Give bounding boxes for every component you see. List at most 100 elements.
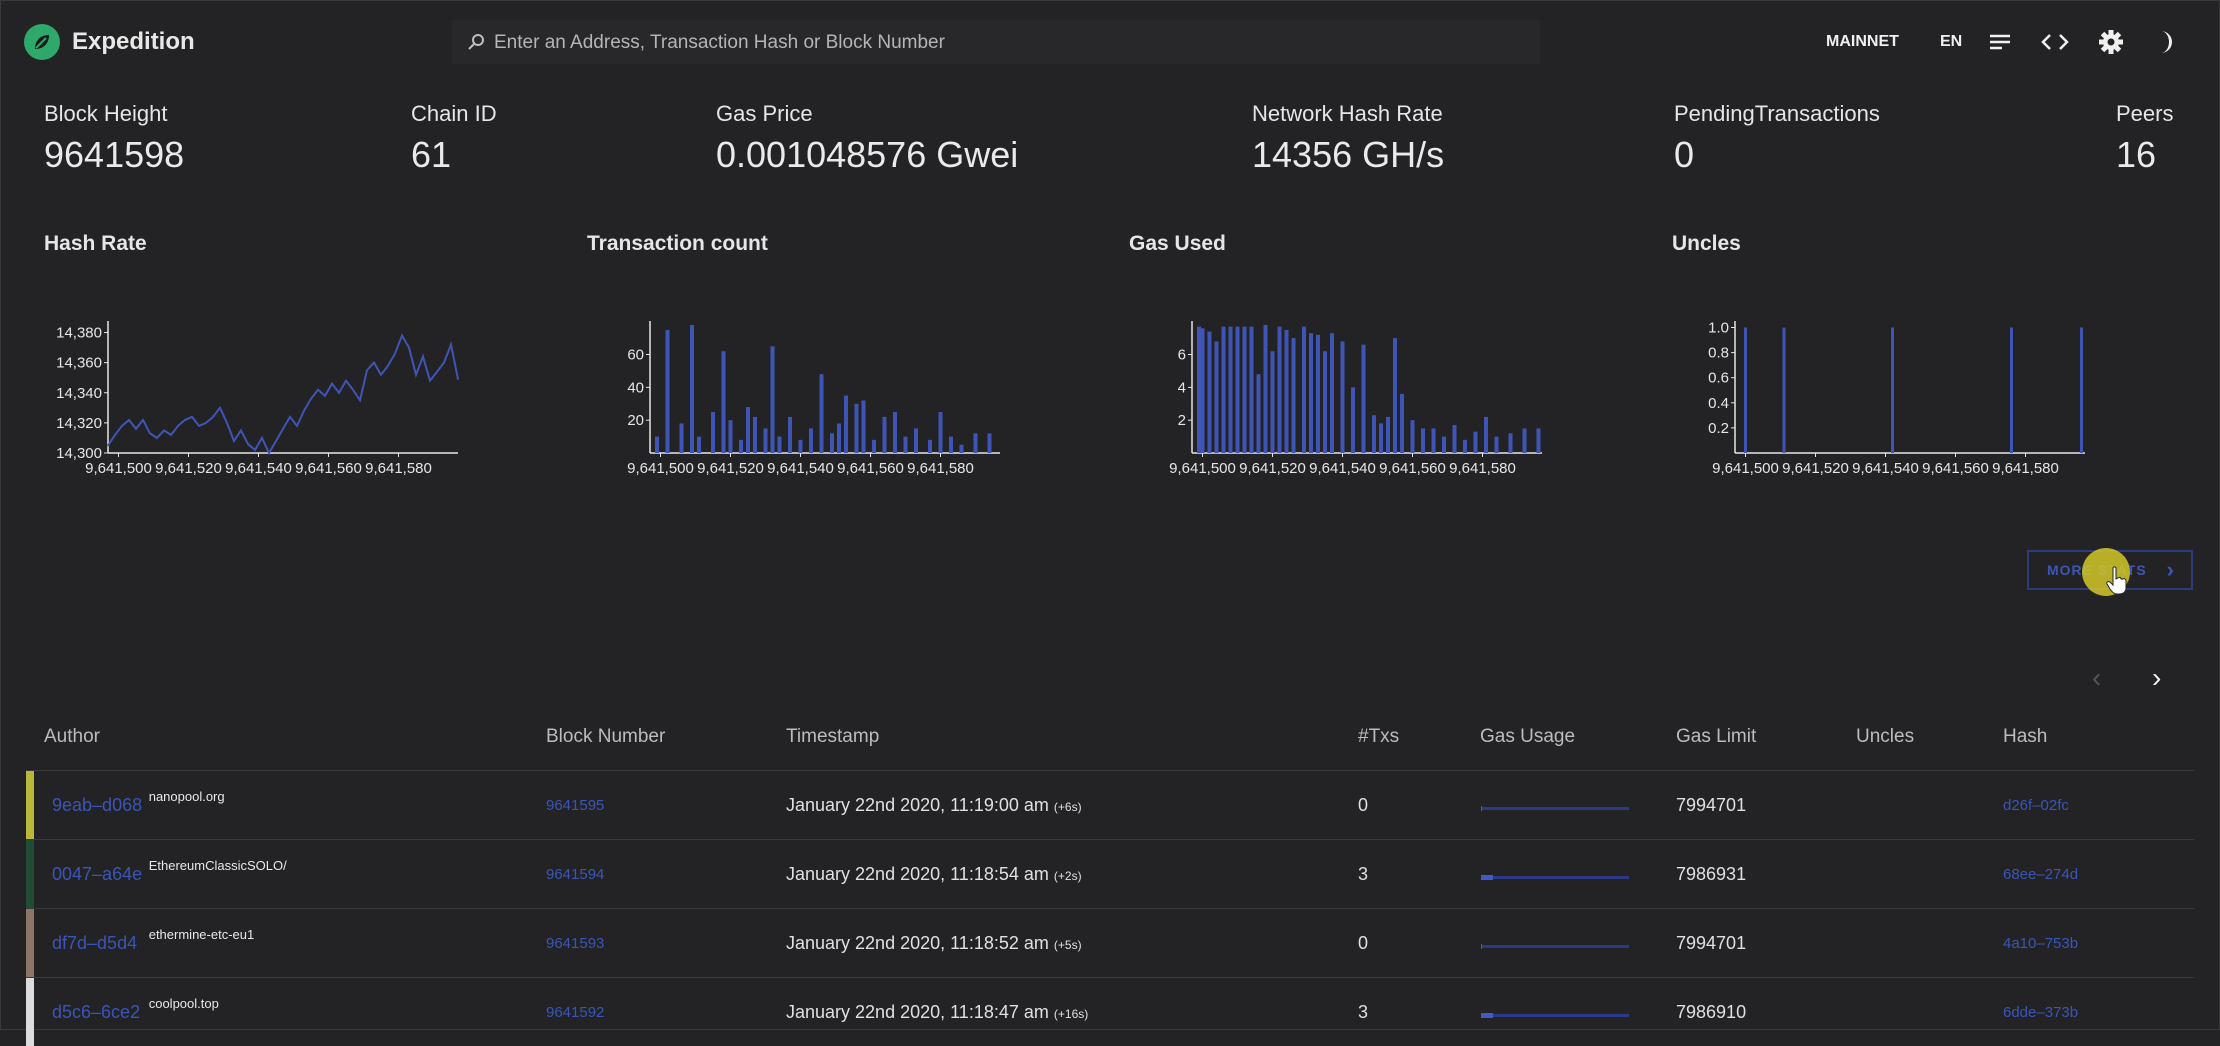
y-tick-label: 0.2 bbox=[1708, 420, 1729, 437]
table-row[interactable]: 9eab–d068 nanopool.org 9641595 January 2… bbox=[26, 770, 2194, 839]
line-point bbox=[317, 388, 319, 391]
bar bbox=[1330, 333, 1334, 453]
bar bbox=[1316, 334, 1320, 453]
bar bbox=[1235, 326, 1240, 453]
bar bbox=[728, 420, 733, 453]
author-link[interactable]: df7d–d5d4 bbox=[52, 933, 137, 954]
author-link[interactable]: 9eab–d068 bbox=[52, 795, 142, 816]
x-tick-label: 9,641,580 bbox=[1992, 460, 2059, 477]
table-row[interactable]: df7d–d5d4 ethermine-etc-eu1 9641593 Janu… bbox=[26, 908, 2194, 977]
line-point bbox=[198, 425, 200, 427]
bar bbox=[777, 436, 782, 453]
bar bbox=[872, 439, 876, 453]
stat-network-hash-rate: Network Hash Rate 14356 GH/s bbox=[1252, 100, 1444, 180]
line-point bbox=[275, 440, 277, 442]
search-input[interactable] bbox=[492, 28, 1516, 58]
bar bbox=[798, 439, 803, 453]
app-title[interactable]: Expedition bbox=[72, 24, 195, 60]
block-number-link[interactable]: 9641594 bbox=[546, 866, 604, 883]
chart-title-hash-rate: Hash Rate bbox=[44, 232, 147, 255]
bar bbox=[2080, 327, 2083, 453]
y-tick-label: 2 bbox=[1178, 412, 1186, 429]
bar bbox=[1372, 415, 1376, 453]
line-point bbox=[177, 425, 179, 427]
bar bbox=[1484, 416, 1488, 453]
bar bbox=[1207, 331, 1212, 453]
bar bbox=[1473, 431, 1478, 453]
column-header-gas-limit: Gas Limit bbox=[1676, 726, 1757, 747]
gas-usage-bar bbox=[1481, 875, 1629, 880]
hash-link[interactable]: 6dde–373b bbox=[2003, 1004, 2078, 1021]
bar bbox=[763, 428, 768, 453]
block-number-link[interactable]: 9641593 bbox=[546, 935, 604, 952]
stat-value: 61 bbox=[411, 134, 452, 175]
line-point bbox=[219, 407, 221, 409]
stat-pending-transactions: PendingTransactions 0 bbox=[1674, 100, 1880, 180]
bar bbox=[1536, 428, 1541, 453]
stat-value: 0 bbox=[1674, 134, 1695, 175]
expedition-logo-icon[interactable] bbox=[24, 24, 60, 60]
previous-page-button[interactable]: ‹ bbox=[2092, 662, 2101, 694]
gear-icon[interactable] bbox=[2096, 26, 2126, 58]
hash-link[interactable]: d26f–02fc bbox=[2003, 797, 2069, 814]
author-link[interactable]: 0047–a64e bbox=[52, 864, 142, 885]
miner-color-bar bbox=[26, 909, 34, 977]
line-point bbox=[443, 361, 445, 364]
gas-used-chart: 2 4 6 9,641,500 9,641,520 9,641,540 9,641,560 9… bbox=[1169, 321, 1542, 477]
table-row[interactable]: 0047–a64e EthereumClassicSOLO/ 9641594 J… bbox=[26, 839, 2194, 908]
time-since-previous: (+2s) bbox=[1053, 869, 1082, 883]
timestamp-text: January 22nd 2020, 11:18:54 am bbox=[786, 864, 1049, 884]
bar bbox=[854, 403, 859, 453]
x-tick-label: 9,641,560 bbox=[1922, 460, 1989, 477]
x-tick-label: 9,641,540 bbox=[1852, 460, 1919, 477]
gas-usage-bar bbox=[1481, 1013, 1629, 1018]
next-page-button[interactable]: › bbox=[2152, 662, 2161, 694]
bar bbox=[1744, 327, 1747, 453]
block-number-link[interactable]: 9641595 bbox=[546, 797, 604, 814]
hash-link[interactable]: 4a10–753b bbox=[2003, 935, 2078, 952]
line-point bbox=[156, 437, 158, 439]
bar bbox=[938, 411, 943, 453]
transaction-count-chart: 2040609,641,500 9,641,520 9,641,540 9,641,5… bbox=[627, 321, 1000, 477]
network-selector[interactable]: MAINNET bbox=[1826, 24, 1899, 60]
line-point bbox=[184, 419, 186, 421]
author-link[interactable]: d5c6–6ce2 bbox=[52, 1002, 140, 1023]
line-point bbox=[205, 422, 207, 424]
timestamp-text: January 22nd 2020, 11:18:52 am bbox=[786, 933, 1049, 953]
table-row[interactable]: d5c6–6ce2 coolpool.top 9641592 January 2… bbox=[26, 977, 2194, 1046]
bar bbox=[903, 436, 908, 453]
bar bbox=[1242, 326, 1247, 453]
bar bbox=[1228, 326, 1233, 453]
gas-usage-bar bbox=[1481, 944, 1629, 949]
bar bbox=[1270, 351, 1275, 453]
bar bbox=[893, 411, 897, 453]
tx-count: 3 bbox=[1358, 864, 1369, 884]
miner-color-bar bbox=[26, 840, 34, 908]
line-point bbox=[408, 346, 410, 349]
stat-label: Chain ID bbox=[411, 101, 497, 126]
bar bbox=[1431, 428, 1436, 453]
x-tick-label: 9,641,540 bbox=[225, 460, 292, 477]
bar bbox=[1256, 374, 1261, 453]
chart-title-transaction-count: Transaction count bbox=[587, 232, 768, 255]
bar bbox=[1361, 344, 1366, 453]
block-number-link[interactable]: 9641592 bbox=[546, 1004, 604, 1021]
menu-icon[interactable] bbox=[1988, 26, 2012, 58]
bar bbox=[679, 423, 684, 453]
hash-link[interactable]: 68ee–274d bbox=[2003, 866, 2078, 883]
bar bbox=[844, 395, 848, 453]
time-since-previous: (+16s) bbox=[1053, 1007, 1089, 1021]
timestamp-text: January 22nd 2020, 11:18:47 am bbox=[786, 1002, 1049, 1022]
line-point bbox=[380, 373, 382, 376]
language-selector[interactable]: EN bbox=[1940, 24, 1962, 60]
bar bbox=[1277, 326, 1282, 453]
chevron-right-icon: › bbox=[2152, 662, 2162, 693]
line-point bbox=[268, 452, 270, 454]
chart-title-gas-used: Gas Used bbox=[1129, 232, 1226, 255]
hand-cursor-icon bbox=[2106, 566, 2127, 595]
code-icon[interactable] bbox=[2040, 26, 2070, 58]
x-tick-label: 9,641,500 bbox=[1712, 460, 1779, 477]
tx-count: 3 bbox=[1358, 1002, 1369, 1022]
search-bar[interactable] bbox=[452, 20, 1540, 64]
moon-icon[interactable] bbox=[2152, 26, 2178, 58]
